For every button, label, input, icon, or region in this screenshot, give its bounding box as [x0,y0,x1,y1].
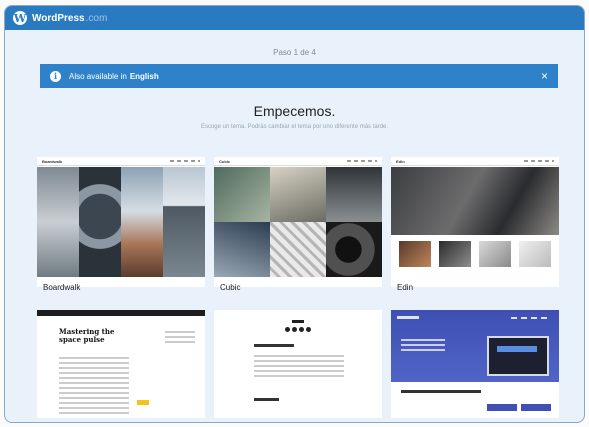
page-subtitle: Escoge un tema. Podrás cambiar el tema p… [200,124,389,130]
theme-card-5[interactable] [214,310,382,418]
theme-card-cubic[interactable]: Cubic Cubic [214,157,382,292]
theme-card-4[interactable]: Mastering the space pulse [37,310,205,418]
preview-header: Edin [391,157,559,166]
theme-preview-edin: Edin [391,157,559,277]
theme-card-boardwalk[interactable]: Boardwalk Boardwalk [37,157,205,292]
theme-preview-4: Mastering the space pulse [37,310,205,418]
theme-preview-5 [214,310,382,418]
theme-name: Cubic [220,283,241,292]
brand-main: WordPress [32,12,85,24]
theme-card-6[interactable] [391,310,559,418]
preview-heading: Mastering the space pulse [59,327,115,344]
language-notice: i Also available in English × [40,64,558,88]
preview-header: Boardwalk [37,157,205,166]
top-bar: W WordPress.com [5,6,584,30]
theme-name: Boardwalk [43,283,81,292]
info-icon: i [50,70,61,82]
wordpress-logo-icon[interactable]: W [13,11,27,25]
close-icon[interactable]: × [541,70,548,82]
theme-preview-6 [391,310,559,418]
theme-preview-boardwalk: Boardwalk [37,157,205,277]
notice-text: Also available in [69,71,127,81]
theme-preview-cubic: Cubic [214,157,382,277]
preview-header: Cubic [214,157,382,166]
step-indicator: Paso 1 de 4 [273,48,316,57]
theme-card-edin[interactable]: Edin Edin [391,157,559,292]
language-link[interactable]: English [130,72,159,81]
brand-name[interactable]: WordPress.com [32,13,107,24]
theme-name: Edin [397,283,414,292]
page-title: Empecemos. [253,103,336,119]
brand-suffix: .com [85,12,108,24]
